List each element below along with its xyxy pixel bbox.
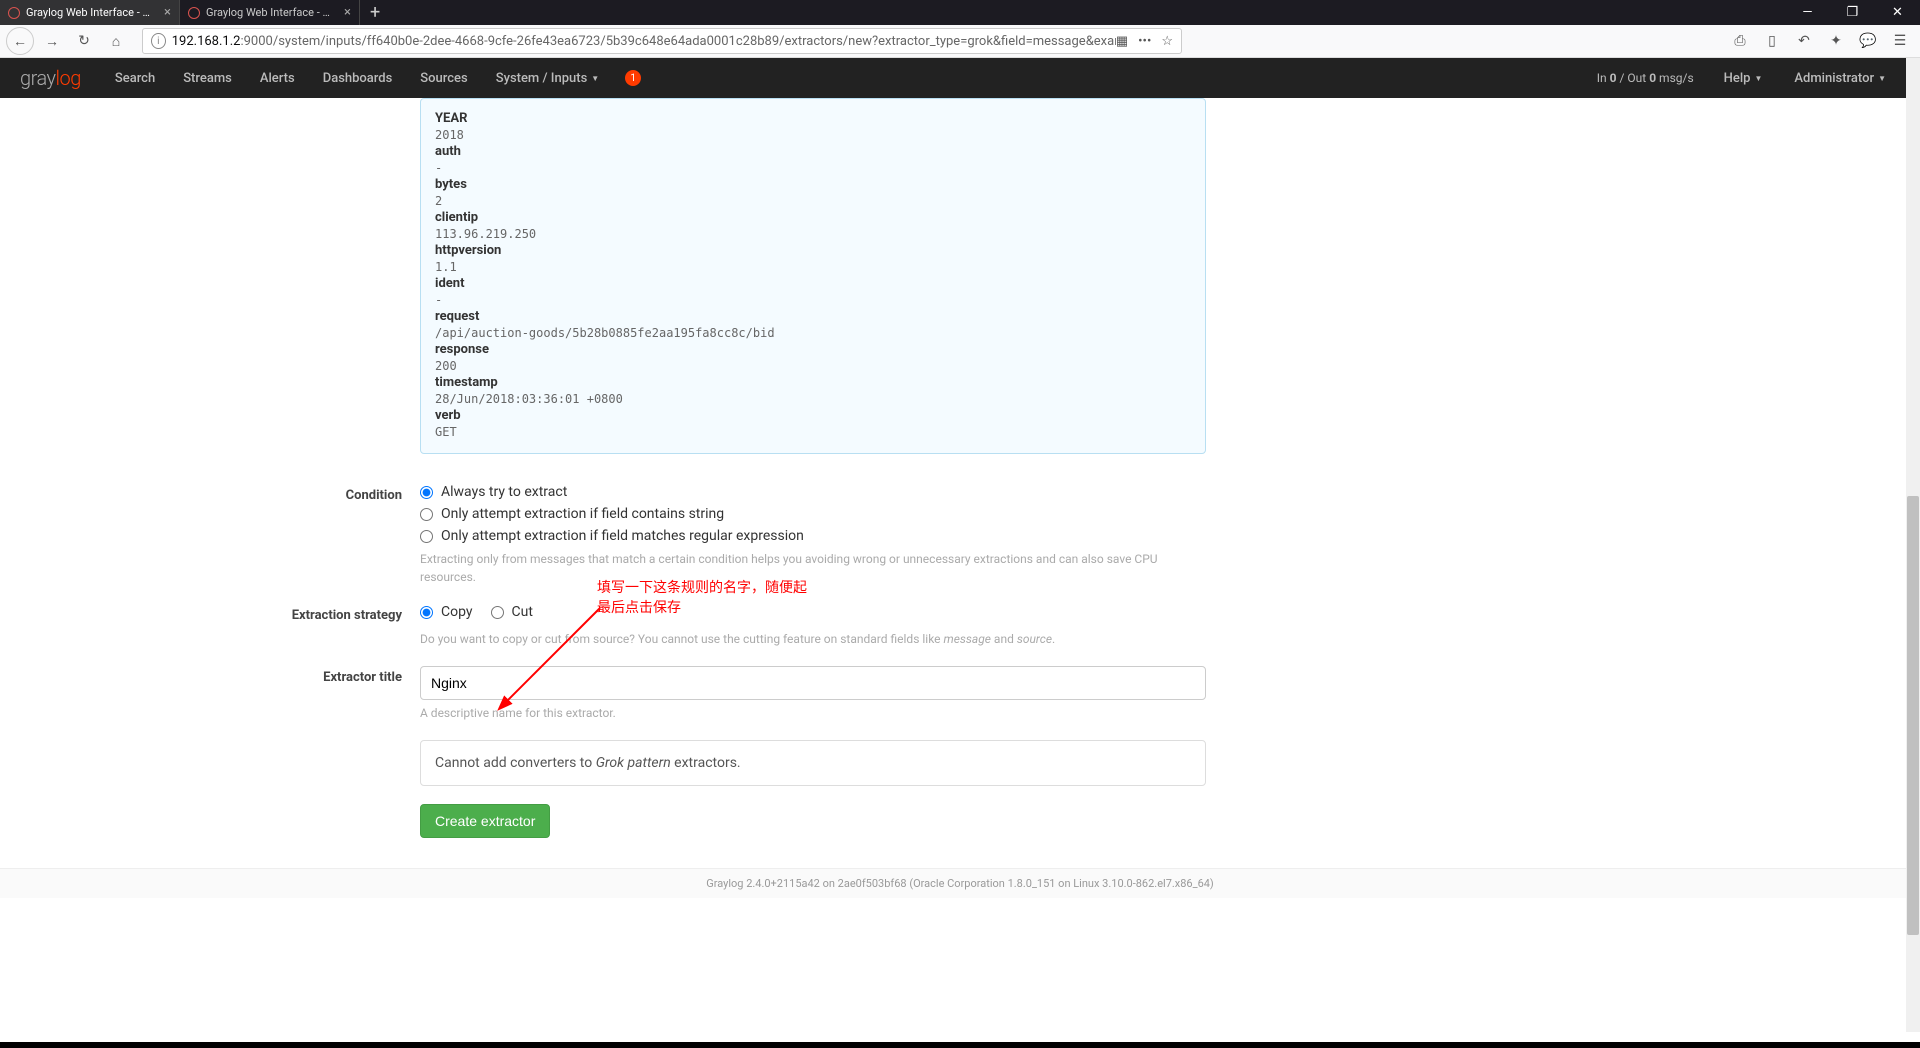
preview-field-value: 28/Jun/2018:03:36:01 +0800	[435, 392, 1191, 406]
chat-icon[interactable]: 💬	[1854, 27, 1882, 55]
nav-help[interactable]: Help▼	[1710, 58, 1777, 98]
preview-field-value: 1.1	[435, 260, 1191, 274]
url-text: 192.168.1.2:9000/system/inputs/ff640b0e-…	[172, 34, 1116, 49]
extractor-title-input[interactable]	[420, 666, 1206, 700]
preview-field-value: 2	[435, 194, 1191, 208]
nav-streams[interactable]: Streams	[169, 58, 246, 98]
info-icon[interactable]: i	[151, 33, 166, 49]
library-icon[interactable]: ⎙	[1726, 27, 1754, 55]
window-controls: — ❐ ✕	[1785, 0, 1920, 25]
throughput-status: In 0 / Out 0 msg/s	[1585, 71, 1706, 85]
preview-field-value: -	[435, 161, 1191, 175]
scrollbar[interactable]	[1906, 58, 1920, 1032]
footer-version: Graylog 2.4.0+2115a42 on 2ae0f503bf68 (O…	[0, 868, 1920, 898]
chevron-down-icon: ▼	[1754, 74, 1762, 83]
preview-field-value: -	[435, 293, 1191, 307]
create-extractor-button[interactable]: Create extractor	[420, 804, 550, 838]
converters-info-box: Cannot add converters to Grok pattern ex…	[420, 740, 1206, 786]
preview-field-key: bytes	[435, 177, 1191, 192]
close-icon[interactable]: ×	[344, 5, 351, 20]
browser-chrome: Graylog Web Interface - New × Graylog We…	[0, 0, 1920, 58]
preview-field-key: httpversion	[435, 243, 1191, 258]
condition-radio-always[interactable]	[420, 486, 433, 499]
preview-field-key: ident	[435, 276, 1191, 291]
scrollbar-thumb[interactable]	[1907, 496, 1919, 934]
extractor-preview-box: YEAR 2018 auth - bytes 2 clientip 113.96.219.25…	[420, 98, 1206, 454]
nav-search[interactable]: Search	[101, 58, 169, 98]
menu-icon[interactable]: ☰	[1886, 27, 1914, 55]
strategy-radio-copy[interactable]	[420, 606, 433, 619]
preview-field-key: response	[435, 342, 1191, 357]
condition-radio-regex[interactable]	[420, 530, 433, 543]
addon-icon[interactable]: ✦	[1822, 27, 1850, 55]
chevron-down-icon: ▼	[591, 74, 599, 83]
preview-field-value: GET	[435, 425, 1191, 439]
preview-field-value: 2018	[435, 128, 1191, 142]
address-bar[interactable]: i 192.168.1.2:9000/system/inputs/ff640b0…	[142, 28, 1182, 54]
graylog-navbar: graylog Search Streams Alerts Dashboards…	[0, 58, 1920, 98]
condition-help: Extracting only from messages that match…	[420, 550, 1206, 586]
browser-toolbar: ← → ↻ ⌂ i 192.168.1.2:9000/system/inputs…	[0, 25, 1920, 58]
forward-button[interactable]: →	[38, 27, 66, 55]
strategy-radio-cut[interactable]	[491, 606, 504, 619]
page-actions-icon[interactable]: •••	[1138, 34, 1151, 49]
minimize-button[interactable]: —	[1785, 0, 1830, 25]
preview-field-value: 200	[435, 359, 1191, 373]
preview-field-key: request	[435, 309, 1191, 324]
strategy-option-cut[interactable]: Cut	[491, 604, 533, 620]
undo-icon[interactable]: ↶	[1790, 27, 1818, 55]
condition-label: Condition	[250, 484, 420, 586]
tab-favicon-icon	[8, 7, 20, 19]
preview-field-key: verb	[435, 408, 1191, 423]
preview-field-key: auth	[435, 144, 1191, 159]
extractor-form: YEAR 2018 auth - bytes 2 clientip 113.96.219.25…	[250, 98, 1670, 868]
nav-sources[interactable]: Sources	[406, 58, 481, 98]
condition-option-regex[interactable]: Only attempt extraction if field matches…	[420, 528, 1206, 544]
tab-favicon-icon	[188, 7, 200, 19]
back-button[interactable]: ←	[6, 27, 34, 55]
taskbar	[0, 1042, 1920, 1048]
condition-radio-contains[interactable]	[420, 508, 433, 521]
graylog-logo[interactable]: graylog	[20, 66, 81, 90]
home-button[interactable]: ⌂	[102, 27, 130, 55]
browser-tab[interactable]: Graylog Web Interface - Gra ×	[180, 0, 360, 25]
tab-title: Graylog Web Interface - New	[26, 6, 156, 19]
close-icon[interactable]: ×	[164, 5, 171, 20]
nav-administrator[interactable]: Administrator▼	[1780, 58, 1900, 98]
maximize-button[interactable]: ❐	[1830, 0, 1875, 25]
preview-field-value: 113.96.219.250	[435, 227, 1191, 241]
qr-icon[interactable]: ▦	[1116, 34, 1128, 49]
condition-option-contains[interactable]: Only attempt extraction if field contain…	[420, 506, 1206, 522]
tab-bar: Graylog Web Interface - New × Graylog We…	[0, 0, 1920, 25]
nav-dashboards[interactable]: Dashboards	[309, 58, 407, 98]
preview-field-key: YEAR	[435, 111, 1191, 126]
chevron-down-icon: ▼	[1878, 74, 1886, 83]
extractor-title-label: Extractor title	[250, 666, 420, 722]
new-tab-button[interactable]: +	[360, 2, 390, 23]
tab-title: Graylog Web Interface - Gra	[206, 6, 336, 19]
preview-field-key: timestamp	[435, 375, 1191, 390]
nav-system-inputs[interactable]: System / Inputs▼	[482, 58, 613, 98]
bookmark-icon[interactable]: ☆	[1161, 34, 1173, 49]
browser-tab[interactable]: Graylog Web Interface - New ×	[0, 0, 180, 25]
notification-badge[interactable]: 1	[625, 70, 641, 86]
strategy-option-copy[interactable]: Copy	[420, 604, 473, 620]
condition-option-always[interactable]: Always try to extract	[420, 484, 1206, 500]
strategy-help: Do you want to copy or cut from source? …	[420, 630, 1206, 648]
strategy-label: Extraction strategy	[250, 604, 420, 648]
preview-field-value: /api/auction-goods/5b28b0885fe2aa195fa8c…	[435, 326, 1191, 340]
sidebar-icon[interactable]: ▯	[1758, 27, 1786, 55]
close-window-button[interactable]: ✕	[1875, 0, 1920, 25]
preview-field-key: clientip	[435, 210, 1191, 225]
nav-alerts[interactable]: Alerts	[246, 58, 309, 98]
reload-button[interactable]: ↻	[70, 27, 98, 55]
extractor-title-help: A descriptive name for this extractor.	[420, 704, 1206, 722]
